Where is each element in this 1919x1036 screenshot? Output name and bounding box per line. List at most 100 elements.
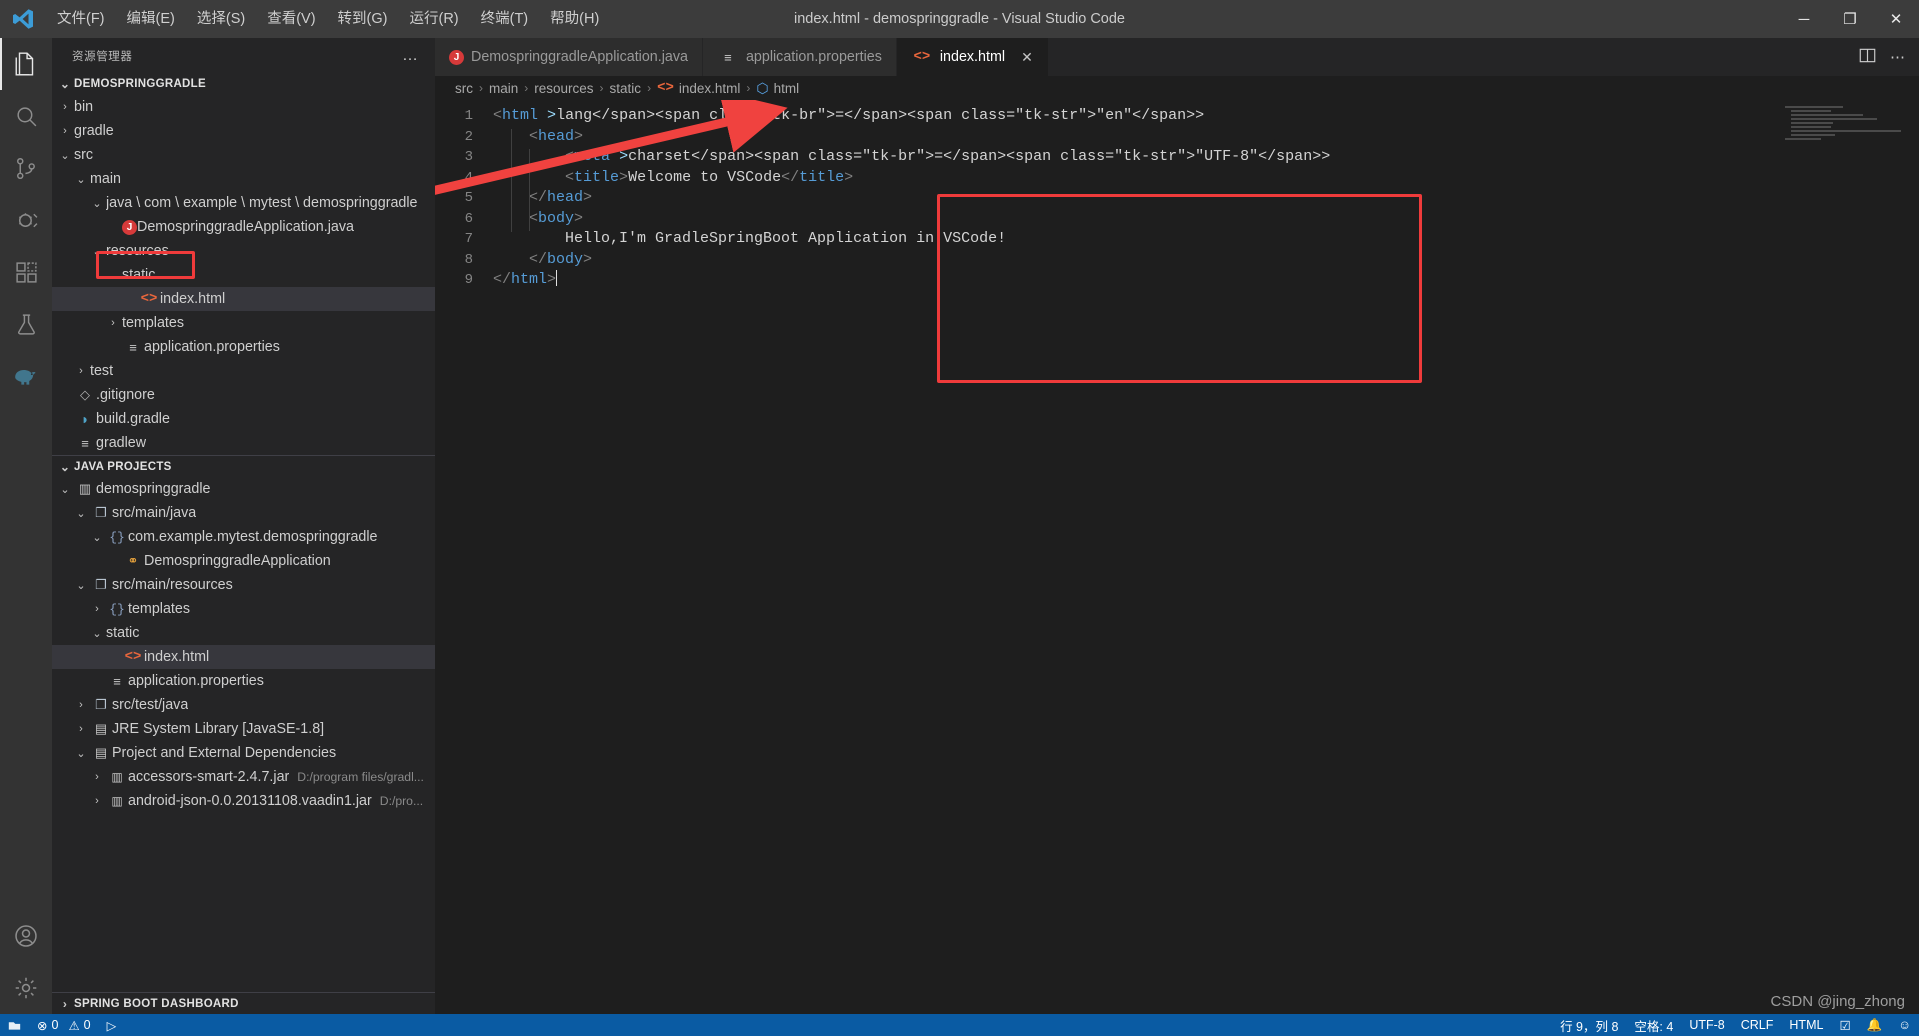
menu-item-selection[interactable]: 选择(S) [186, 0, 256, 38]
activity-gradle-elephant-icon[interactable] [0, 350, 52, 402]
java-project-item[interactable]: › ▥ accessors-smart-2.4.7.jar D:/program fi… [52, 765, 435, 789]
java-project-item[interactable]: ›≡application.properties [52, 669, 435, 693]
close-icon[interactable]: ✕ [1873, 0, 1919, 38]
status-editor-position[interactable]: 行 9，列 8 [1552, 1014, 1626, 1036]
more-actions-icon[interactable]: ⋯ [1890, 48, 1905, 66]
breadcrumb-item-src[interactable]: src [455, 81, 473, 96]
explorer-item[interactable]: ›≡gradlew [52, 431, 435, 455]
java-project-item[interactable]: › ▤ JRE System Library [JavaSE-1.8] [52, 717, 435, 741]
spring-boot-dashboard-header[interactable]: › SPRING BOOT DASHBOARD [52, 992, 435, 1014]
status-indentation[interactable]: 空格: 4 [1626, 1014, 1681, 1036]
explorer-item[interactable]: › gradle [52, 119, 435, 143]
java-project-item[interactable]: › ❐ src/test/java [52, 693, 435, 717]
tab-application-properties[interactable]: ≡ application.properties [702, 38, 897, 76]
code-line[interactable]: </body> [483, 250, 1919, 271]
java-project-item[interactable]: › {} templates [52, 597, 435, 621]
explorer-item[interactable]: › test [52, 359, 435, 383]
java-project-item[interactable]: ›<>index.html [52, 645, 435, 669]
activity-extensions-icon[interactable] [0, 246, 52, 298]
status-language-mode[interactable]: HTML [1781, 1014, 1831, 1036]
java-projects-section-header[interactable]: ⌄ JAVA PROJECTS [52, 455, 435, 477]
breadcrumb-item-static[interactable]: static [610, 81, 642, 96]
status-eol[interactable]: CRLF [1733, 1014, 1782, 1036]
menu-item-file[interactable]: 文件(F) [46, 0, 116, 38]
status-feedback-smiley-icon[interactable]: ☺ [1890, 1014, 1919, 1036]
menu-item-go[interactable]: 转到(G) [327, 0, 399, 38]
java-projects-tree: ⌄ ▥ demospringgradle ⌄ ❐ src/main/java ⌄{} com.… [52, 477, 435, 813]
activity-source-control-icon[interactable] [0, 142, 52, 194]
status-run-button[interactable]: ▷ [99, 1014, 125, 1036]
explorer-section-header[interactable]: ⌄ DEMOSPRINGGRADLE [52, 73, 435, 95]
java-project-item[interactable]: › ▥ android-json-0.0.20131108.vaadin1.jar D… [52, 789, 435, 813]
explorer-item[interactable]: › templates [52, 311, 435, 335]
explorer-item[interactable]: ›<>index.html [52, 287, 435, 311]
line-number: 8 [464, 251, 473, 268]
editor-tab-bar: J DemospringgradleApplication.java ≡ app… [435, 38, 1919, 76]
explorer-item[interactable]: ›JDemospringgradleApplication.java [52, 215, 435, 239]
java-project-item[interactable]: ⌄ ▤ Project and External Dependencies [52, 741, 435, 765]
sidebar-more-actions-icon[interactable]: … [402, 47, 425, 65]
java-project-item[interactable]: ⌄ static [52, 621, 435, 645]
code-line[interactable]: </html> [483, 270, 1919, 291]
status-notifications-icon[interactable]: ☑ [1831, 1014, 1858, 1036]
java-project-item[interactable]: ⌄ {} com.example.mytest.demospringgradle [52, 525, 435, 549]
code-line[interactable]: <body> [483, 209, 1919, 230]
menu-item-edit[interactable]: 编辑(E) [116, 0, 186, 38]
breadcrumb-item-html-symbol[interactable]: ⬡ html [756, 80, 799, 97]
activity-testing-icon[interactable] [0, 298, 52, 350]
status-problems[interactable]: ⊗ 0 ⚠ 0 [29, 1014, 99, 1036]
status-remote-indicator[interactable] [0, 1014, 29, 1036]
explorer-item[interactable]: ›◗build.gradle [52, 407, 435, 431]
chevron-right-icon: › [479, 81, 483, 95]
breadcrumb-item-resources[interactable]: resources [534, 81, 593, 96]
activity-explorer-icon[interactable] [0, 38, 52, 90]
menu-item-terminal[interactable]: 终端(T) [470, 0, 540, 38]
tab-label: application.properties [745, 49, 882, 65]
chevron-right-icon: › [63, 101, 67, 113]
breadcrumb-item-index-html[interactable]: <> index.html [657, 80, 740, 96]
code-content[interactable]: <html >lang</span><span class="tk-br">=<… [483, 100, 1919, 1014]
code-editor[interactable]: 1 2 3 4 5 6 7 8 9 <html >lang</span><span class=… [435, 100, 1919, 1014]
code-line[interactable]: <meta >charset</span><span class="tk-br"… [483, 147, 1919, 168]
menu-item-help[interactable]: 帮助(H) [539, 0, 610, 38]
status-bell-icon[interactable]: 🔔 [1859, 1014, 1891, 1036]
code-line[interactable]: <html >lang</span><span class="tk-br">=<… [483, 106, 1919, 127]
split-editor-icon[interactable] [1859, 47, 1876, 68]
code-line[interactable]: <title>Welcome to VSCode</title> [483, 168, 1919, 189]
code-line[interactable]: <head> [483, 127, 1919, 148]
maximize-icon[interactable]: ❐ [1827, 0, 1873, 38]
explorer-item-label: main [90, 171, 121, 187]
tab-index-html[interactable]: <> index.html ✕ [896, 38, 1050, 76]
explorer-item[interactable]: ⌄ static [52, 263, 435, 287]
explorer-item[interactable]: ⌄ main [52, 167, 435, 191]
props-file-icon: ≡ [129, 339, 137, 355]
menu-item-run[interactable]: 运行(R) [398, 0, 469, 38]
java-project-item[interactable]: ⌄ ▥ demospringgradle [52, 477, 435, 501]
code-line[interactable]: Hello,I'm GradleSpringBoot Application i… [483, 229, 1919, 250]
explorer-item[interactable]: ⌄ java \ com \ example \ mytest \ demospr… [52, 191, 435, 215]
activity-settings-gear-icon[interactable] [0, 962, 52, 1014]
java-project-item[interactable]: ⌄ ❐ src/main/resources [52, 573, 435, 597]
vscode-logo-icon [0, 0, 46, 38]
explorer-item[interactable]: ⌄ resources [52, 239, 435, 263]
activity-search-icon[interactable] [0, 90, 52, 142]
java-project-item[interactable]: ⌄ ❐ src/main/java [52, 501, 435, 525]
explorer-item[interactable]: ›≡application.properties [52, 335, 435, 359]
explorer-item[interactable]: ⌄ src [52, 143, 435, 167]
java-project-item-label: src/test/java [112, 697, 189, 713]
code-line[interactable]: </head> [483, 188, 1919, 209]
activity-account-icon[interactable] [0, 910, 52, 962]
activity-debug-icon[interactable] [0, 194, 52, 246]
explorer-file-tree: › bin › gradle ⌄ src ⌄ main ⌄ java \ com \ exampl… [52, 95, 435, 455]
tab-demospringgradleapplication-java[interactable]: J DemospringgradleApplication.java [435, 38, 703, 76]
tab-close-icon[interactable]: ✕ [1020, 49, 1034, 66]
breadcrumb-item-main[interactable]: main [489, 81, 518, 96]
menu-item-view[interactable]: 查看(V) [256, 0, 326, 38]
minimize-icon[interactable]: ─ [1781, 0, 1827, 38]
explorer-item[interactable]: ›◇.gitignore [52, 383, 435, 407]
explorer-item[interactable]: › bin [52, 95, 435, 119]
java-project-item[interactable]: ›⚭DemospringgradleApplication [52, 549, 435, 573]
editor-scrollbar[interactable] [1905, 100, 1919, 1014]
folder-file-icon: ❐ [95, 697, 107, 712]
status-encoding[interactable]: UTF-8 [1681, 1014, 1732, 1036]
